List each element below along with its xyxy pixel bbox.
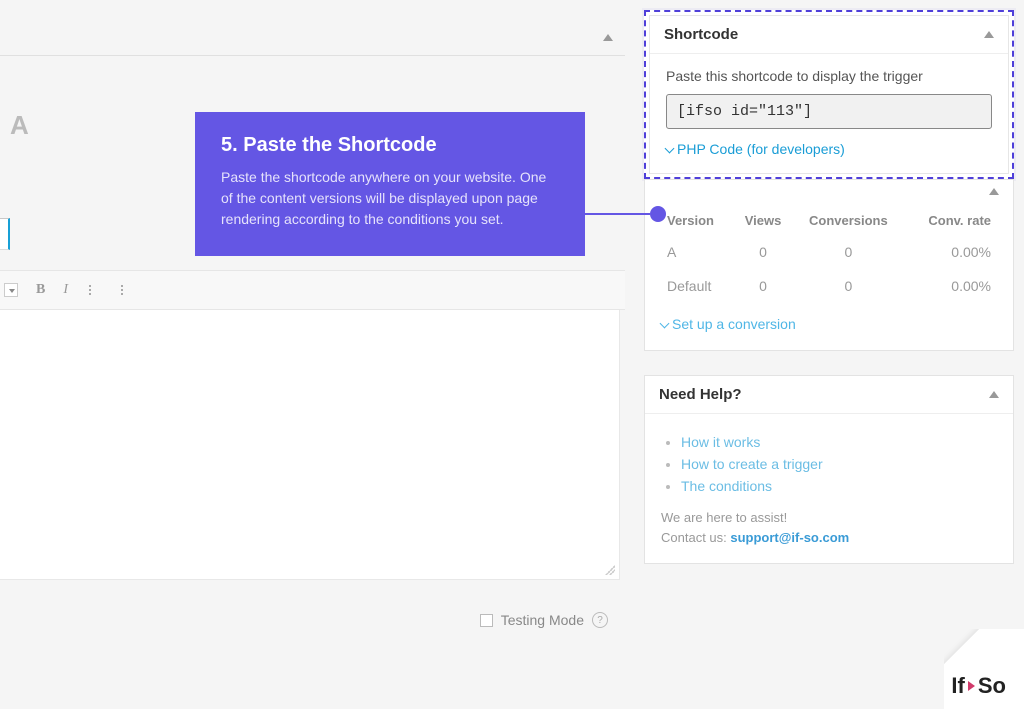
col-rate: Conv. rate xyxy=(905,207,995,234)
collapse-toggle-icon xyxy=(603,34,613,41)
col-version: Version xyxy=(663,207,733,234)
collapse-toggle-icon xyxy=(984,31,994,38)
shortcode-panel-body: Paste this shortcode to display the trig… xyxy=(650,54,1008,173)
help-panel-header[interactable]: Need Help? xyxy=(645,376,1013,414)
editor-toolbar: B I xyxy=(0,270,625,310)
cell-conversions: 0 xyxy=(793,270,903,302)
list-item: How to create a trigger xyxy=(681,456,997,472)
callout-connector-dot xyxy=(650,206,666,222)
table-row: A 0 0 0.00% xyxy=(663,236,995,268)
collapse-toggle-icon xyxy=(989,188,999,195)
setup-conversion-link[interactable]: Set up a conversion xyxy=(661,316,796,332)
numbered-list-button[interactable] xyxy=(118,285,132,295)
stats-panel-body: Version Views Conversions Conv. rate A 0… xyxy=(645,195,1013,350)
shortcode-panel-title: Shortcode xyxy=(664,26,738,43)
instruction-callout: 5. Paste the Shortcode Paste the shortco… xyxy=(195,112,585,256)
cell-views: 0 xyxy=(735,270,792,302)
field-focus-fragment xyxy=(0,218,10,250)
chevron-down-icon xyxy=(660,318,670,328)
stats-table: Version Views Conversions Conv. rate A 0… xyxy=(661,205,997,304)
setup-conversion-label: Set up a conversion xyxy=(672,316,796,332)
help-panel-title: Need Help? xyxy=(659,386,742,403)
stats-panel-header[interactable] xyxy=(645,180,1013,195)
bullet-list-button[interactable] xyxy=(86,285,100,295)
stats-panel: Version Views Conversions Conv. rate A 0… xyxy=(644,179,1014,351)
shortcode-code-box[interactable]: [ifso id="113"] xyxy=(666,94,992,129)
cell-version: A xyxy=(663,236,733,268)
help-panel-body: How it works How to create a trigger The… xyxy=(645,414,1013,563)
callout-connector-line xyxy=(585,213,650,215)
help-links-list: How it works How to create a trigger The… xyxy=(661,434,997,494)
version-label: A xyxy=(10,110,29,141)
help-link[interactable]: The conditions xyxy=(681,478,772,494)
collapsed-panel-top[interactable] xyxy=(0,20,625,56)
php-code-link[interactable]: PHP Code (for developers) xyxy=(666,141,992,157)
shortcode-panel-header[interactable]: Shortcode xyxy=(650,16,1008,54)
italic-button[interactable]: I xyxy=(63,282,68,298)
cell-rate: 0.00% xyxy=(905,270,995,302)
help-panel: Need Help? How it works How to create a … xyxy=(644,375,1014,564)
help-footer: We are here to assist! Contact us: suppo… xyxy=(661,508,997,547)
testing-mode-label: Testing Mode xyxy=(501,612,584,628)
testing-mode-checkbox[interactable] xyxy=(480,614,493,627)
cell-views: 0 xyxy=(735,236,792,268)
version-label-row: A xyxy=(0,110,29,141)
stats-header-row: Version Views Conversions Conv. rate xyxy=(663,207,995,234)
brand-part1: If xyxy=(951,673,964,699)
testing-mode-help-icon[interactable]: ? xyxy=(592,612,608,628)
format-dropdown[interactable] xyxy=(4,283,18,297)
chevron-down-icon xyxy=(665,143,675,153)
shortcode-instruction: Paste this shortcode to display the trig… xyxy=(666,68,992,84)
right-sidebar: Shortcode Paste this shortcode to displa… xyxy=(644,10,1014,588)
php-code-link-label: PHP Code (for developers) xyxy=(677,141,845,157)
cell-conversions: 0 xyxy=(793,236,903,268)
brand-triangle-icon xyxy=(968,681,975,691)
cell-version: Default xyxy=(663,270,733,302)
brand-logo: If So xyxy=(951,673,1006,699)
contact-prefix: Contact us: xyxy=(661,530,730,545)
callout-title: 5. Paste the Shortcode xyxy=(221,134,559,157)
col-conversions: Conversions xyxy=(793,207,903,234)
testing-mode-row: Testing Mode ? xyxy=(0,600,620,640)
help-link[interactable]: How it works xyxy=(681,434,760,450)
callout-body: Paste the shortcode anywhere on your web… xyxy=(221,167,559,230)
resize-handle-icon[interactable] xyxy=(605,565,615,575)
bold-button[interactable]: B xyxy=(36,282,45,298)
list-item: The conditions xyxy=(681,478,997,494)
cell-rate: 0.00% xyxy=(905,236,995,268)
table-row: Default 0 0 0.00% xyxy=(663,270,995,302)
col-views: Views xyxy=(735,207,792,234)
editor-area: A B I Testing Mode ? xyxy=(0,0,625,709)
shortcode-panel: Shortcode Paste this shortcode to displa… xyxy=(649,15,1009,174)
list-item: How it works xyxy=(681,434,997,450)
support-email-link[interactable]: support@if-so.com xyxy=(730,530,849,545)
help-footer-line2: Contact us: support@if-so.com xyxy=(661,528,997,548)
help-footer-line1: We are here to assist! xyxy=(661,508,997,528)
brand-part2: So xyxy=(978,673,1006,699)
collapse-toggle-icon xyxy=(989,391,999,398)
editor-canvas[interactable] xyxy=(0,310,620,580)
help-link[interactable]: How to create a trigger xyxy=(681,456,823,472)
shortcode-panel-highlight: Shortcode Paste this shortcode to displa… xyxy=(644,10,1014,179)
